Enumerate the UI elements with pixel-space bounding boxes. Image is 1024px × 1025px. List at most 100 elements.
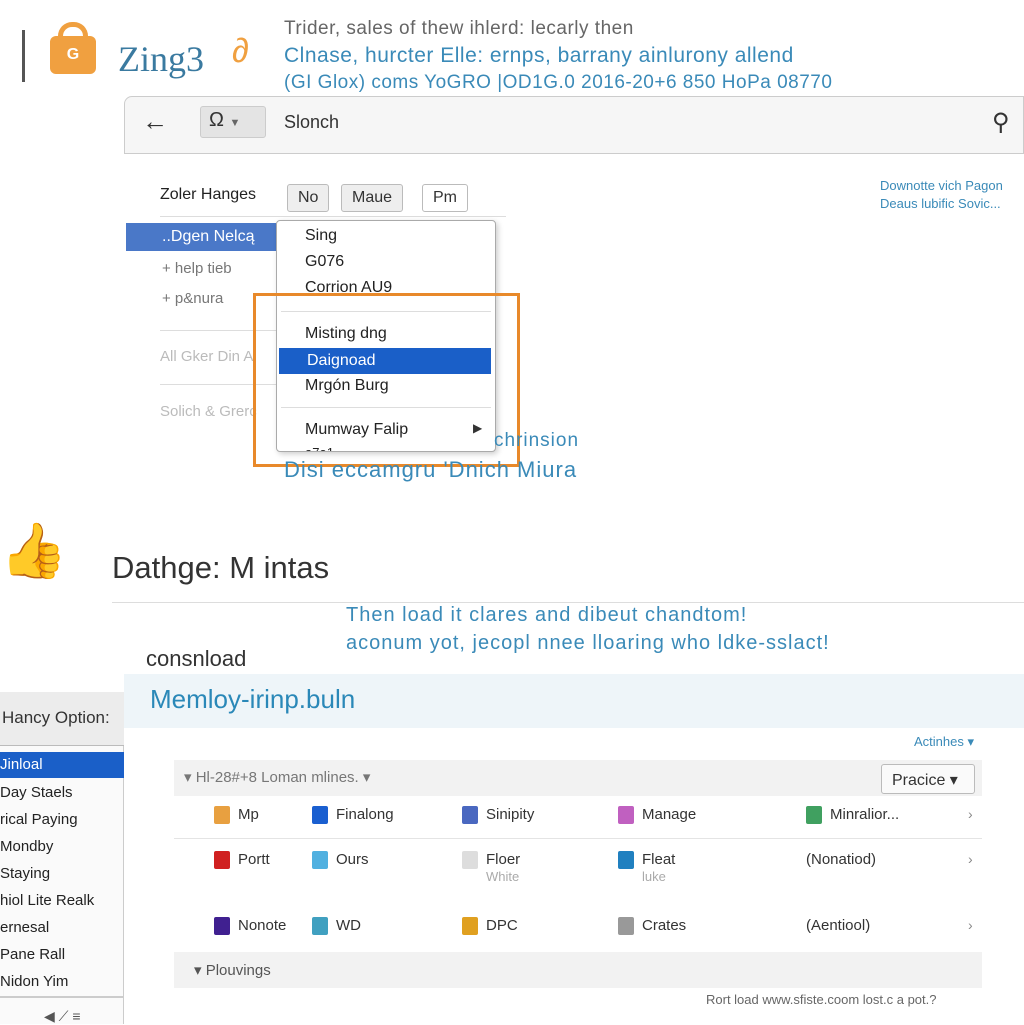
practice-button[interactable]: Pracice ▾ <box>881 764 975 794</box>
section-title: Dathge: M intas <box>112 550 330 585</box>
left-panel-title: Hancy Option: <box>0 692 124 746</box>
app-label: Finalong <box>336 806 394 823</box>
header-line-3: (GI Glox) coms YoGRO |OD1G.0 2016-20+6 8… <box>284 72 833 93</box>
chevron-right-icon[interactable]: › <box>968 851 973 867</box>
app-item[interactable]: (Aentiool) <box>806 917 870 934</box>
app-item[interactable]: Sinipity <box>462 806 535 825</box>
overlay-text: chrinsion <box>494 430 580 451</box>
app-icon <box>618 851 634 870</box>
app-icon <box>462 851 478 870</box>
app-label: Sinipity <box>486 806 535 823</box>
divider <box>174 838 982 839</box>
app-icon <box>214 917 230 936</box>
back-button[interactable]: ← <box>142 106 168 137</box>
app-icon <box>806 806 822 825</box>
logo: Zing3 <box>118 39 204 79</box>
app-icon <box>462 917 478 936</box>
app-item[interactable]: Floer White <box>462 851 520 884</box>
maue-button[interactable]: Maue <box>341 184 404 212</box>
app-icon <box>462 806 478 825</box>
app-label: Ours <box>336 851 369 868</box>
main-title: Memloy-irinp.buln <box>150 684 356 714</box>
right-link[interactable]: Deaus lubific Sovic... <box>880 196 1001 211</box>
actions-link[interactable]: Actinhes ▾ <box>914 734 974 750</box>
app-sublabel: White <box>486 869 520 885</box>
header-line-1: Trider, sales of thew ihlerd: lecarly th… <box>284 18 634 39</box>
overlay-text: Disi eccamgru 'Dnich Miura <box>284 457 578 482</box>
section-desc: aconum yot, jecopl nnee lloaring who ldk… <box>346 632 830 654</box>
menu-item[interactable]: Sing <box>277 223 491 249</box>
app-item[interactable]: Manage <box>618 806 697 825</box>
toolbar-icons[interactable]: ◀ ⟋ ≡ <box>44 1008 81 1025</box>
actions-label: Actinhes <box>914 734 964 749</box>
group-label[interactable]: ▾ Hl-28#+8 Loman mlines. ▾ <box>184 768 370 786</box>
app-item[interactable]: Crates <box>618 917 687 936</box>
side-item[interactable]: + help tieb <box>162 260 232 277</box>
app-item[interactable]: Portt <box>214 851 270 870</box>
left-item[interactable]: ernesal <box>0 919 124 936</box>
left-item[interactable]: hiol Lite Realk <box>0 892 124 909</box>
left-item[interactable]: Pane Rall <box>0 946 124 963</box>
lock-shackle <box>58 22 88 44</box>
divider <box>160 216 506 217</box>
app-item[interactable]: Ours <box>312 851 369 870</box>
app-label: Nonote <box>238 917 287 934</box>
divider <box>22 30 25 82</box>
app-icon <box>312 806 328 825</box>
app-item[interactable]: Finalong <box>312 806 394 825</box>
practice-label: Pracice <box>892 772 946 789</box>
left-label: consnload <box>146 646 247 671</box>
menu-item[interactable]: G076 <box>277 249 491 275</box>
chevron-right-icon[interactable]: › <box>968 806 973 822</box>
left-item[interactable]: Nidon Yim <box>0 973 124 990</box>
pm-button[interactable]: Pm <box>422 184 468 212</box>
app-label: (Aentiool) <box>806 917 871 934</box>
app-icon <box>312 917 328 936</box>
app-label: Fleat <box>642 851 676 868</box>
app-item[interactable]: Minralior... <box>806 806 899 825</box>
left-item[interactable]: Staying <box>0 865 124 882</box>
app-item[interactable]: WD <box>312 917 361 936</box>
search-input[interactable]: Slonch <box>284 112 339 133</box>
profile-dropdown[interactable]: Ω ▼ <box>200 106 266 138</box>
chevron-right-icon[interactable]: › <box>968 917 973 933</box>
group-label-text: Hl-28#+8 Loman mlines. <box>195 769 359 786</box>
app-item[interactable]: DPC <box>462 917 518 936</box>
app-item[interactable]: Mp <box>214 806 259 825</box>
divider <box>0 996 124 998</box>
app-icon <box>618 806 634 825</box>
app-label: WD <box>336 917 361 934</box>
panel-label: Zoler Hanges <box>160 186 257 203</box>
app-sublabel: luke <box>642 869 666 885</box>
side-item-selected[interactable]: ..Dgen Nelcą <box>126 223 276 251</box>
left-item[interactable]: rical Paying <box>0 811 124 828</box>
app-icon <box>618 917 634 936</box>
app-item[interactable]: Fleat luke <box>618 851 675 884</box>
left-item[interactable]: Day Staels <box>0 784 124 801</box>
highlight-box <box>253 293 520 467</box>
left-item-selected[interactable]: Jinloal <box>0 752 124 778</box>
footer-note[interactable]: Rort load www.sfiste.coom lost.c a pot.? <box>706 992 936 1007</box>
hook-icon: ∂ <box>232 32 249 70</box>
app-label: Floer <box>486 851 521 868</box>
app-label: Portt <box>238 851 270 868</box>
app-label: Mp <box>238 806 259 823</box>
footer-group[interactable]: ▾ Plouvings <box>174 952 982 988</box>
no-button[interactable]: No <box>287 184 330 212</box>
left-item[interactable]: Mondby <box>0 838 124 855</box>
divider <box>112 602 1024 603</box>
app-icon <box>214 806 230 825</box>
app-icon <box>312 851 328 870</box>
thumbs-up-icon: 👍 <box>0 521 68 581</box>
footer-group-label: Plouvings <box>205 962 271 979</box>
app-label: Crates <box>642 917 687 934</box>
side-item[interactable]: + p&nura <box>162 290 223 307</box>
app-item[interactable]: Nonote <box>214 917 287 936</box>
app-label: Manage <box>642 806 697 823</box>
app-label: DPC <box>486 917 518 934</box>
search-icon[interactable]: ⚲ <box>992 108 1010 137</box>
right-link[interactable]: Downotte vich Pagon <box>880 178 1003 193</box>
app-label: (Nonatiod) <box>806 851 877 868</box>
app-item[interactable]: (Nonatiod) <box>806 851 876 868</box>
header-line-2: Clnase, hurcter Elle: ernps, barrany ain… <box>284 44 794 67</box>
